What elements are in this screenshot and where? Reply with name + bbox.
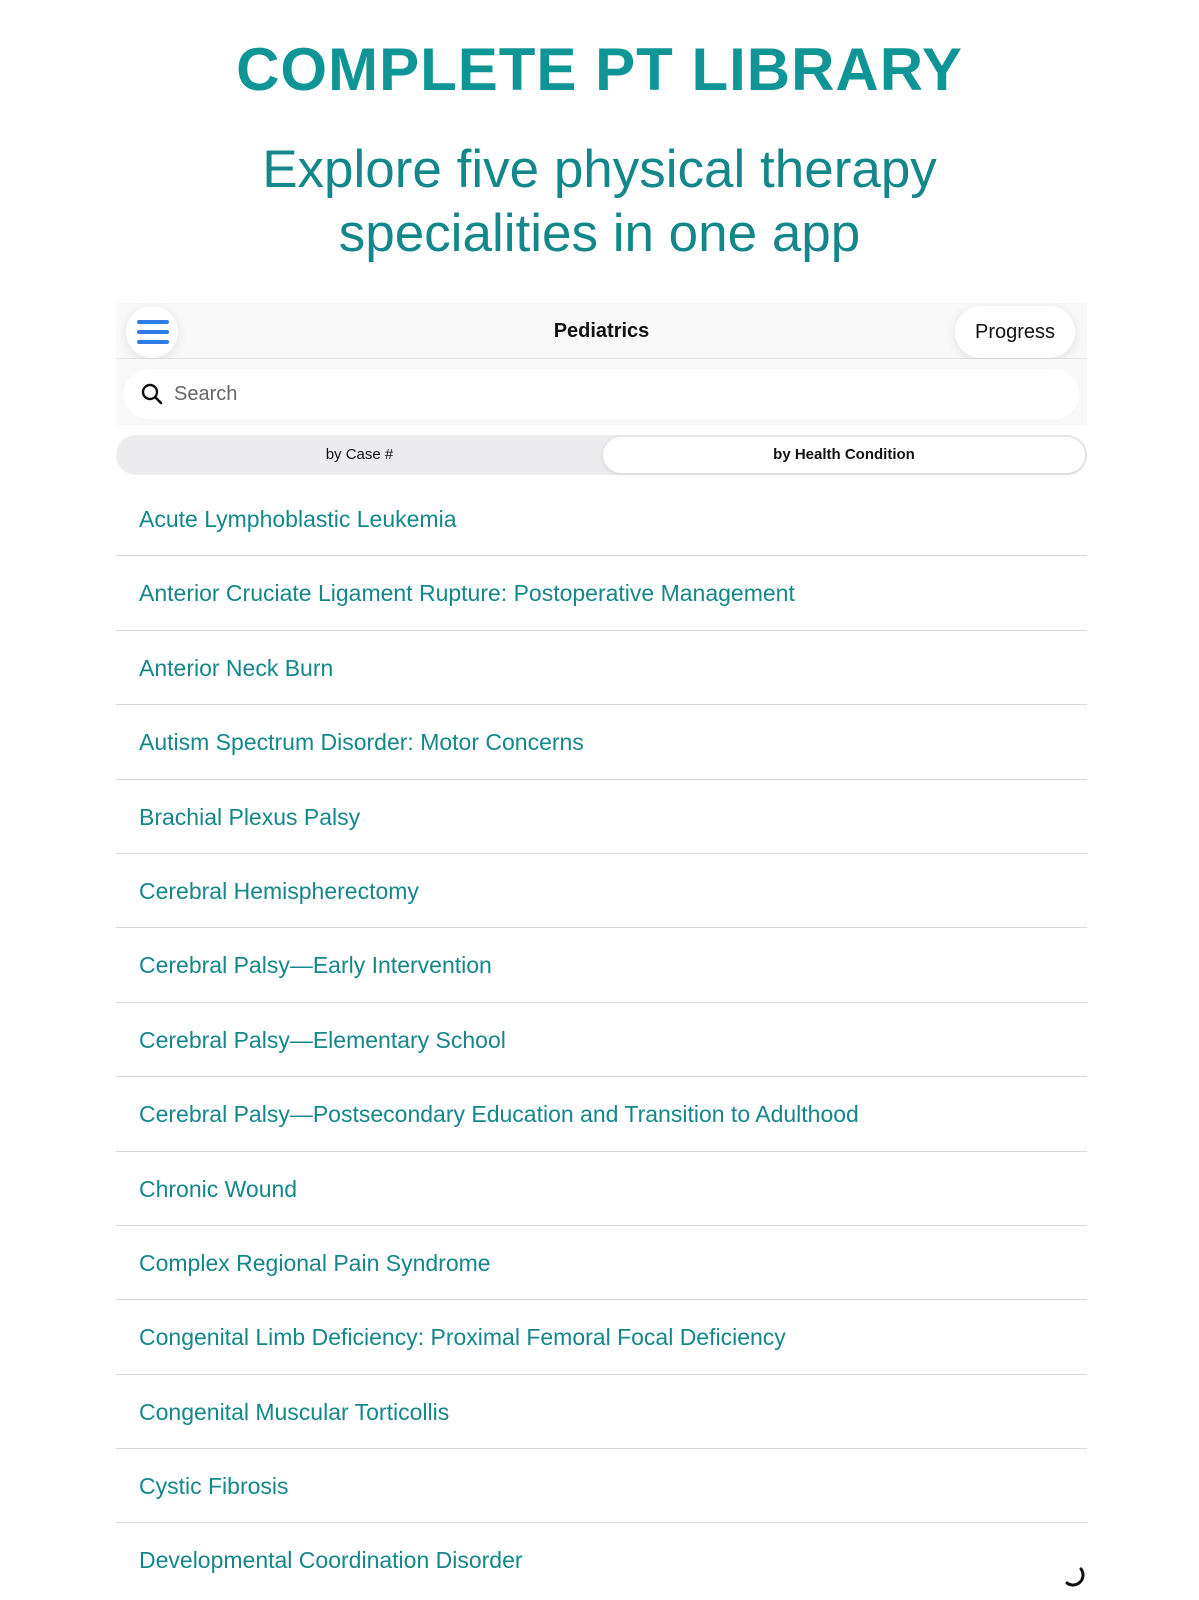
list-item-label: Congenital Limb Deficiency: Proximal Fem… (139, 1324, 786, 1351)
search-input[interactable] (174, 369, 1054, 419)
list-item-label: Cerebral Hemispherectomy (139, 877, 419, 904)
search-icon (141, 383, 163, 405)
list-item-label: Brachial Plexus Palsy (139, 803, 361, 830)
list-item[interactable]: Brachial Plexus Palsy (116, 780, 1087, 854)
list-item-label: Congenital Muscular Torticollis (139, 1398, 450, 1425)
list-item[interactable]: Congenital Limb Deficiency: Proximal Fem… (116, 1300, 1087, 1375)
list-item[interactable]: Developmental Coordination Disorder (116, 1523, 1087, 1597)
sort-segmented-control: by Case # by Health Condition (116, 435, 1087, 475)
list-item[interactable]: Cerebral Palsy—Elementary School (116, 1003, 1087, 1078)
list-item[interactable]: Cystic Fibrosis (116, 1449, 1087, 1524)
list-item-label: Cerebral Palsy—Postsecondary Education a… (139, 1101, 859, 1128)
list-item-label: Anterior Cruciate Ligament Rupture: Post… (139, 580, 795, 607)
list-item-label: Acute Lymphoblastic Leukemia (139, 506, 457, 532)
promo-subtitle: Explore five physical therapy specialiti… (0, 138, 1199, 266)
list-item[interactable]: Cerebral Palsy—Postsecondary Education a… (116, 1077, 1087, 1152)
list-item-label: Cerebral Palsy—Elementary School (139, 1026, 506, 1053)
list-item-label: Developmental Coordination Disorder (139, 1547, 523, 1574)
promo-subtitle-line-1: Explore five physical therapy (262, 140, 937, 199)
promo-title: COMPLETE PT LIBRARY (236, 36, 963, 103)
segment-by-health-condition[interactable]: by Health Condition (603, 437, 1085, 473)
list-item[interactable]: Acute Lymphoblastic Leukemia (116, 482, 1087, 557)
list-item[interactable]: Congenital Muscular Torticollis (116, 1375, 1087, 1450)
page-title: Pediatrics (553, 320, 650, 342)
navigation-bar: Pediatrics Progress (116, 303, 1087, 359)
list-item[interactable]: Anterior Cruciate Ligament Rupture: Post… (116, 556, 1087, 631)
list-item-label: Anterior Neck Burn (139, 654, 334, 681)
search-area (116, 359, 1087, 425)
search-box[interactable] (124, 369, 1079, 419)
progress-button[interactable]: Progress (955, 306, 1075, 358)
app-screen: Pediatrics Progress by Case # by Health … (116, 303, 1087, 1600)
list-item-label: Cerebral Palsy—Early Intervention (139, 952, 492, 979)
list-item[interactable]: Complex Regional Pain Syndrome (116, 1226, 1087, 1301)
list-item-label: Complex Regional Pain Syndrome (139, 1249, 491, 1276)
list-item-label: Cystic Fibrosis (139, 1473, 289, 1500)
list-item[interactable]: Anterior Neck Burn (116, 631, 1087, 706)
list-item[interactable]: Cerebral Palsy—Early Intervention (116, 928, 1087, 1003)
condition-list: Acute Lymphoblastic Leukemia Anterior Cr… (116, 482, 1087, 1598)
loading-spinner-icon (1065, 1567, 1085, 1587)
promo-subtitle-line-2: specialities in one app (338, 204, 861, 263)
list-item[interactable]: Cerebral Hemispherectomy (116, 854, 1087, 929)
list-item-label: Autism Spectrum Disorder: Motor Concerns (139, 729, 584, 756)
list-item[interactable]: Autism Spectrum Disorder: Motor Concerns (116, 705, 1087, 780)
list-item[interactable]: Chronic Wound (116, 1152, 1087, 1226)
menu-button[interactable] (126, 306, 178, 358)
hamburger-menu-icon (137, 320, 169, 344)
list-item-label: Chronic Wound (139, 1175, 298, 1202)
segment-by-case[interactable]: by Case # (118, 437, 601, 473)
